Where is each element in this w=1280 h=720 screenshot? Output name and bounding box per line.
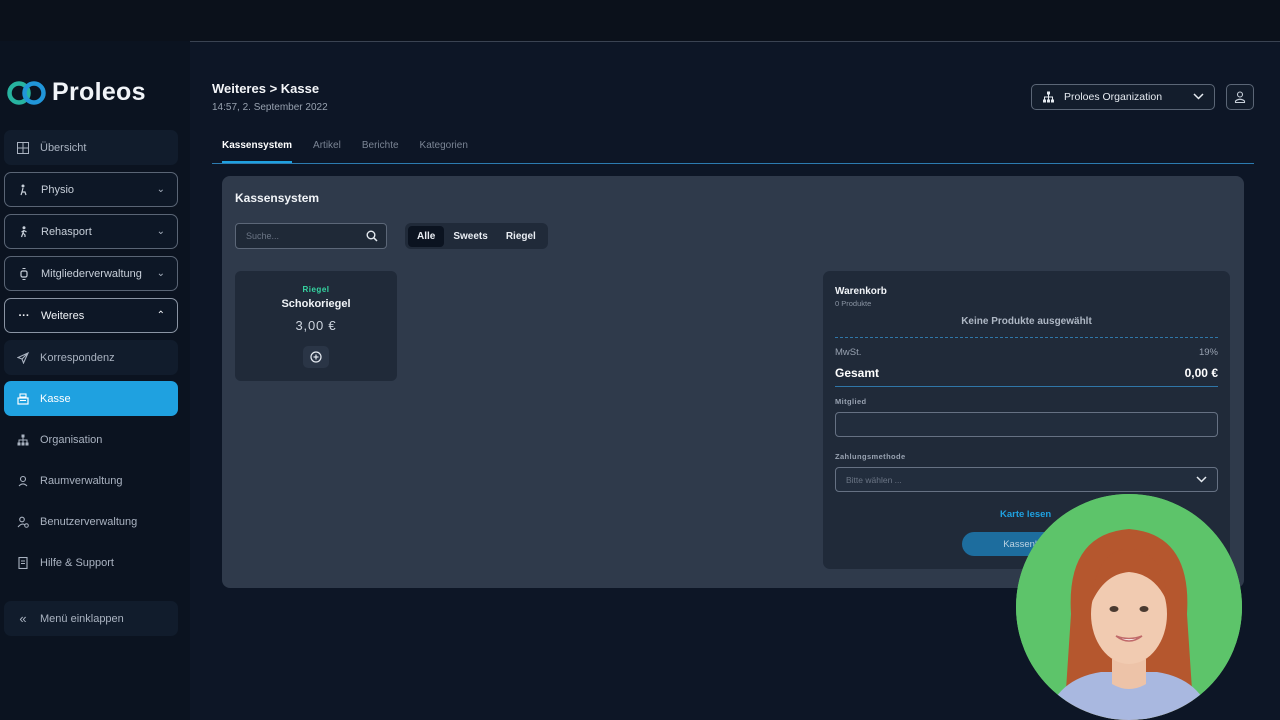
member-input[interactable] <box>836 413 1216 436</box>
cart-title: Warenkorb <box>835 286 887 297</box>
sidebar-item-uebersicht[interactable]: Übersicht <box>4 130 178 165</box>
payment-method-placeholder: Bitte wählen ... <box>846 474 902 485</box>
org-icon <box>16 433 30 447</box>
physio-icon <box>17 183 31 197</box>
room-icon <box>16 474 30 488</box>
sidebar-item-label: Weiteres <box>41 309 85 322</box>
payment-method-label: Zahlungsmethode <box>835 452 906 461</box>
cart-empty-message: Keine Produkte ausgewählt <box>961 316 1092 327</box>
sidebar-item-kasse[interactable]: Kasse <box>4 381 178 416</box>
read-card-link[interactable]: Karte lesen <box>1000 509 1051 520</box>
filter-alle[interactable]: Alle <box>408 225 445 247</box>
plus-circle-icon <box>310 351 322 363</box>
presenter-avatar-icon <box>1016 494 1242 720</box>
tax-value: 19% <box>1198 347 1218 358</box>
sidebar-item-raumverwaltung[interactable]: Raumverwaltung <box>4 463 178 498</box>
chevron-down-icon: ⌄ <box>156 268 165 279</box>
sidebar-item-hilfe-support[interactable]: Hilfe & Support <box>4 545 178 580</box>
sidebar-item-label: Übersicht <box>40 141 87 154</box>
chevron-down-icon <box>1196 474 1207 486</box>
register-icon <box>16 392 30 406</box>
window-top-bar <box>0 0 1280 42</box>
tab-kassensystem[interactable]: Kassensystem <box>222 140 293 163</box>
sidebar-item-label: Korrespondenz <box>40 351 115 364</box>
add-to-cart-button[interactable] <box>303 346 329 368</box>
watch-icon <box>17 267 31 281</box>
sidebar-item-benutzerverwaltung[interactable]: Benutzerverwaltung <box>4 504 178 539</box>
sidebar-item-rehasport[interactable]: Rehasport ⌄ <box>4 214 178 249</box>
app-logo[interactable]: Proleos <box>6 78 146 107</box>
filter-riegel[interactable]: Riegel <box>497 226 545 247</box>
sidebar-item-label: Benutzerverwaltung <box>40 515 138 528</box>
product-search <box>235 223 387 249</box>
sidebar-item-mitgliederverwaltung[interactable]: Mitgliederverwaltung ⌄ <box>4 256 178 291</box>
product-name: Schokoriegel <box>281 298 351 310</box>
help-icon <box>16 556 30 570</box>
category-filter: Alle Sweets Riegel <box>405 223 548 249</box>
sidebar-item-label: Raumverwaltung <box>40 474 123 487</box>
tax-label: MwSt. <box>835 347 862 358</box>
sidebar-item-physio[interactable]: Physio ⌄ <box>4 172 178 207</box>
current-datetime: 14:57, 2. September 2022 <box>212 102 328 113</box>
chevron-down-icon <box>1193 91 1204 103</box>
total-divider <box>835 386 1218 387</box>
tab-berichte[interactable]: Berichte <box>362 140 399 163</box>
tab-bar: Kassensystem Artikel Berichte Kategorien <box>222 140 468 163</box>
sidebar-item-label: Rehasport <box>41 225 92 238</box>
sidebar-item-korrespondenz[interactable]: Korrespondenz <box>4 340 178 375</box>
app-name: Proleos <box>52 78 146 106</box>
tab-divider <box>212 163 1254 164</box>
panel-title: Kassensystem <box>235 191 320 205</box>
user-icon <box>1234 91 1246 103</box>
collapse-menu-label: Menü einklappen <box>40 612 124 625</box>
org-icon <box>1042 91 1055 103</box>
search-input[interactable] <box>244 230 358 242</box>
total-label: Gesamt <box>835 366 880 380</box>
member-field-wrap <box>835 412 1218 437</box>
tab-kategorien[interactable]: Kategorien <box>420 140 468 163</box>
chevron-down-icon: ⌄ <box>156 184 165 195</box>
collapse-menu-button[interactable]: « Menü einklappen <box>4 601 178 636</box>
sidebar-item-label: Hilfe & Support <box>40 556 114 569</box>
sidebar-item-label: Kasse <box>40 392 71 405</box>
double-chevron-left-icon: « <box>19 611 27 626</box>
send-icon <box>16 351 30 365</box>
users-icon <box>16 515 30 529</box>
organization-select[interactable]: Proloes Organization <box>1031 84 1215 110</box>
more-icon: ··· <box>18 309 30 322</box>
proleos-logo-icon <box>7 80 46 105</box>
sidebar-item-label: Organisation <box>40 433 103 446</box>
product-category: Riegel <box>302 285 330 294</box>
product-price: 3,00 € <box>295 318 337 333</box>
grid-icon <box>16 141 30 155</box>
presenter-video-overlay <box>1016 494 1242 720</box>
sidebar-item-organisation[interactable]: Organisation <box>4 422 178 457</box>
tab-artikel[interactable]: Artikel <box>313 140 341 163</box>
sidebar-item-weiteres[interactable]: ··· Weiteres ⌃ <box>4 298 178 333</box>
cart-divider <box>835 337 1218 338</box>
sidebar-item-label: Physio <box>41 183 75 196</box>
filter-sweets[interactable]: Sweets <box>444 226 496 247</box>
chevron-down-icon: ⌄ <box>156 226 165 237</box>
cart-count: 0 Produkte <box>835 299 872 308</box>
user-profile-button[interactable] <box>1226 84 1254 110</box>
sidebar-item-label: Mitgliederverwaltung <box>41 267 142 280</box>
breadcrumb: Weiteres > Kasse <box>212 81 320 96</box>
organization-name: Proloes Organization <box>1064 91 1163 103</box>
walking-icon <box>17 225 31 239</box>
member-label: Mitglied <box>835 397 867 406</box>
total-value: 0,00 € <box>1184 366 1218 380</box>
search-icon[interactable] <box>366 230 378 242</box>
chevron-up-icon: ⌃ <box>156 310 165 321</box>
payment-method-select[interactable]: Bitte wählen ... <box>835 467 1218 492</box>
product-card[interactable]: Riegel Schokoriegel 3,00 € <box>235 271 397 381</box>
